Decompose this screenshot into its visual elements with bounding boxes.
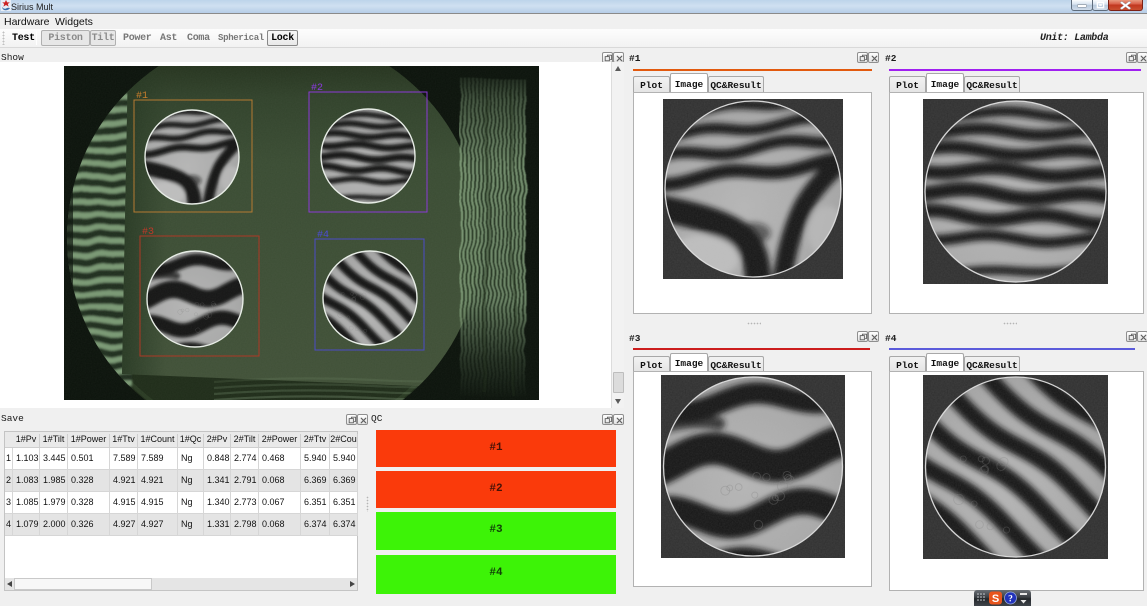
- svg-text:S: S: [992, 593, 999, 605]
- svg-text:?: ?: [1008, 595, 1013, 605]
